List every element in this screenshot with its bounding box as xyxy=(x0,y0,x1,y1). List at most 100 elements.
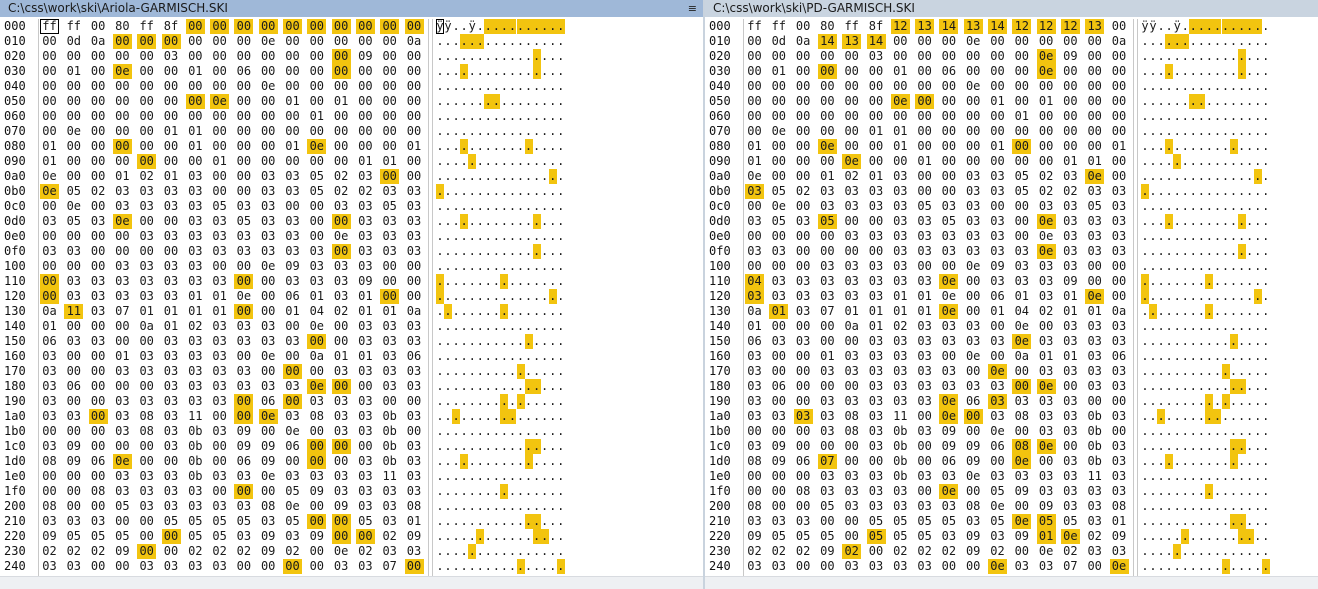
ascii-char[interactable]: . xyxy=(436,349,444,364)
hex-byte[interactable]: 01 xyxy=(332,94,351,109)
hex-byte[interactable]: 00 xyxy=(234,184,253,199)
hex-byte[interactable]: 03 xyxy=(40,409,59,424)
hex-byte[interactable]: 03 xyxy=(1061,214,1080,229)
ascii-char[interactable]: . xyxy=(1254,244,1262,259)
hex-byte[interactable]: 00 xyxy=(40,64,59,79)
hex-byte[interactable]: 03 xyxy=(137,289,156,304)
ascii-char[interactable]: . xyxy=(1149,529,1157,544)
ascii-char[interactable]: . xyxy=(444,154,452,169)
hex-byte[interactable]: 0e xyxy=(939,394,959,409)
hex-byte[interactable]: 14 xyxy=(817,34,837,49)
ascii-char[interactable]: . xyxy=(549,334,557,349)
hex-byte[interactable]: 05 xyxy=(64,184,83,199)
ascii-char[interactable]: . xyxy=(533,559,541,574)
hex-byte[interactable]: ff xyxy=(769,19,788,34)
hex-byte[interactable]: 05 xyxy=(769,214,788,229)
ascii-char[interactable]: . xyxy=(541,154,549,169)
hex-byte[interactable]: 00 xyxy=(817,64,837,79)
hex-byte[interactable]: 03 xyxy=(405,364,424,379)
ascii-char[interactable]: . xyxy=(460,544,468,559)
ascii-char[interactable]: . xyxy=(1173,424,1181,439)
hex-byte[interactable]: 00 xyxy=(64,79,83,94)
hex-byte[interactable]: 01 xyxy=(356,154,375,169)
ascii-char[interactable]: . xyxy=(460,334,468,349)
hex-byte[interactable]: 09 xyxy=(769,454,788,469)
ascii-char[interactable]: . xyxy=(1149,199,1157,214)
hex-byte[interactable]: 09 xyxy=(745,529,764,544)
hex-byte[interactable]: 00 xyxy=(283,34,302,49)
ascii-char[interactable]: . xyxy=(476,304,484,319)
hex-byte[interactable]: 03 xyxy=(259,169,278,184)
hex-byte[interactable]: 03 xyxy=(162,364,181,379)
hex-byte[interactable]: 03 xyxy=(988,334,1007,349)
hex-byte[interactable]: 03 xyxy=(259,199,278,214)
hex-byte[interactable]: 03 xyxy=(745,559,764,574)
ascii-char[interactable]: . xyxy=(460,184,468,199)
hex-byte[interactable]: 00 xyxy=(1110,19,1129,34)
hex-byte[interactable]: 05 xyxy=(210,529,229,544)
hex-byte[interactable]: 01 xyxy=(745,319,764,334)
hex-byte[interactable]: 00 xyxy=(794,49,813,64)
ascii-char[interactable]: . xyxy=(1213,79,1221,94)
ascii-char[interactable]: . xyxy=(452,49,460,64)
hex-byte[interactable]: 01 xyxy=(818,349,837,364)
hex-byte[interactable]: 03 xyxy=(915,229,934,244)
ascii-char[interactable]: . xyxy=(1149,154,1157,169)
hex-byte[interactable]: 00 xyxy=(355,19,375,34)
hex-byte[interactable]: 00 xyxy=(1061,64,1080,79)
hex-byte[interactable]: 00 xyxy=(64,94,83,109)
ascii-char[interactable]: . xyxy=(1189,454,1197,469)
hex-byte[interactable]: 00 xyxy=(1085,124,1104,139)
ascii-char[interactable]: . xyxy=(549,394,557,409)
hex-byte[interactable]: 02 xyxy=(89,184,108,199)
hex-byte[interactable]: 00 xyxy=(939,79,958,94)
hex-byte[interactable]: 0e xyxy=(1036,49,1056,64)
ascii-char[interactable]: . xyxy=(508,304,516,319)
ascii-char[interactable]: . xyxy=(1230,319,1238,334)
hex-byte[interactable]: 03 xyxy=(842,499,861,514)
ascii-char[interactable]: . xyxy=(1238,469,1246,484)
ascii-char[interactable]: . xyxy=(1173,79,1181,94)
hex-byte[interactable]: 00 xyxy=(1037,124,1056,139)
ascii-char[interactable]: . xyxy=(1189,274,1197,289)
ascii-char[interactable]: . xyxy=(1189,469,1197,484)
hex-byte[interactable]: 00 xyxy=(1061,79,1080,94)
hex-byte[interactable]: 03 xyxy=(113,394,132,409)
hex-byte[interactable]: 0b xyxy=(891,454,910,469)
hex-byte[interactable]: 03 xyxy=(356,499,375,514)
ascii-char[interactable]: . xyxy=(468,199,476,214)
hex-byte[interactable]: 01 xyxy=(818,169,837,184)
hex-byte[interactable]: 00 xyxy=(1012,379,1032,394)
ascii-char[interactable]: . xyxy=(1141,49,1149,64)
ascii-char[interactable]: . xyxy=(444,454,452,469)
hex-byte[interactable]: 0a xyxy=(745,304,764,319)
ascii-char[interactable]: . xyxy=(1181,34,1190,49)
hex-byte[interactable]: 03 xyxy=(842,289,861,304)
hex-byte[interactable]: 01 xyxy=(891,289,910,304)
ascii-char[interactable]: . xyxy=(1254,94,1262,109)
hex-byte[interactable]: 00 xyxy=(915,79,934,94)
ascii-char[interactable]: . xyxy=(541,454,549,469)
ascii-char[interactable]: . xyxy=(1149,484,1157,499)
hex-byte[interactable]: 07 xyxy=(113,304,132,319)
hex-byte[interactable]: 03 xyxy=(1110,439,1129,454)
hex-byte[interactable]: 03 xyxy=(1037,484,1056,499)
ascii-char[interactable]: . xyxy=(500,49,508,64)
ascii-char[interactable]: . xyxy=(1141,514,1149,529)
hex-byte[interactable]: 00 xyxy=(89,154,108,169)
ascii-char[interactable]: . xyxy=(549,64,557,79)
hex-byte[interactable]: 00 xyxy=(769,424,788,439)
hex-byte[interactable]: 03 xyxy=(867,289,886,304)
ascii-char[interactable]: . xyxy=(1238,499,1246,514)
hex-byte[interactable]: 03 xyxy=(356,334,375,349)
hex-byte[interactable]: 00 xyxy=(186,79,205,94)
ascii-char[interactable]: . xyxy=(1165,349,1173,364)
hex-byte[interactable]: 03 xyxy=(1061,484,1080,499)
ascii-char[interactable]: . xyxy=(500,34,508,49)
ascii-char[interactable]: . xyxy=(476,34,485,49)
hex-byte[interactable]: 14 xyxy=(988,19,1007,34)
ascii-char[interactable]: . xyxy=(1254,514,1262,529)
hex-byte[interactable]: 03 xyxy=(234,199,253,214)
hex-byte[interactable]: 03 xyxy=(89,289,108,304)
hex-byte[interactable]: 03 xyxy=(40,559,59,574)
